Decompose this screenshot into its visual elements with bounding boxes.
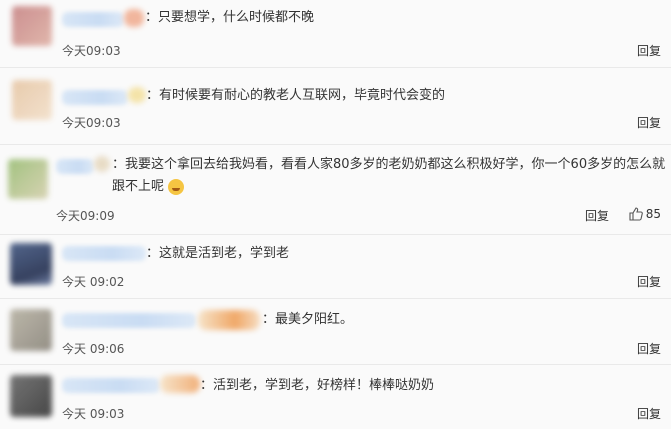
thumbs-up-icon [629, 207, 643, 221]
badge-blurred [160, 375, 200, 393]
reply-button[interactable]: 回复 [637, 114, 661, 131]
avatar[interactable] [10, 243, 52, 285]
username-blurred[interactable] [62, 378, 160, 393]
like-count: 85 [645, 207, 661, 221]
timestamp: 今天09:03 [62, 44, 121, 58]
badge-blurred [128, 87, 146, 103]
badge-blurred [124, 9, 144, 27]
username-blurred[interactable] [62, 313, 196, 328]
laughing-emoji-icon [168, 178, 185, 195]
username-blurred[interactable] [62, 246, 146, 261]
timestamp: 今天09:09 [56, 209, 115, 223]
comment-item: ：我要这个拿回去给我妈看，看看人家80多岁的老奶奶都这么积极好学，你一个60多岁… [0, 145, 671, 235]
like-button[interactable]: 85 [629, 207, 661, 221]
comment-text-content: ：我要这个拿回去给我妈看，看看人家80多岁的老奶奶都这么积极好学，你一个60多岁… [112, 157, 666, 194]
reply-button[interactable]: 回复 [637, 340, 661, 357]
comment-text: ：有时候要有耐心的教老人互联网，毕竟时代会变的 [146, 88, 446, 103]
comment-item: ：最美夕阳红。 今天 09:06 回复 [0, 299, 671, 365]
avatar[interactable] [8, 159, 48, 199]
comment-item: ：有时候要有耐心的教老人互联网，毕竟时代会变的 今天09:03 回复 [0, 68, 671, 145]
timestamp: 今天 09:03 [62, 407, 125, 421]
comment-text: ：我要这个拿回去给我妈看，看看人家80多岁的老奶奶都这么积极好学，你一个60多岁… [112, 154, 671, 198]
comment-text: ：只要想学，什么时候都不晚 [145, 10, 315, 25]
reply-button[interactable]: 回复 [637, 42, 661, 59]
timestamp: 今天 09:06 [62, 342, 125, 356]
username-blurred[interactable] [62, 90, 128, 105]
reply-button[interactable]: 回复 [637, 405, 661, 422]
avatar[interactable] [10, 309, 52, 351]
comment-item: ：这就是活到老，学到老 今天 09:02 回复 [0, 235, 671, 299]
reply-button[interactable]: 回复 [637, 273, 661, 290]
username-blurred[interactable] [56, 159, 94, 174]
timestamp: 今天09:03 [62, 116, 121, 130]
avatar[interactable] [12, 6, 52, 46]
username-blurred[interactable] [62, 12, 124, 27]
avatar[interactable] [12, 80, 52, 120]
avatar[interactable] [10, 375, 52, 417]
comment-text: ：最美夕阳红。 [262, 312, 354, 327]
reply-button[interactable]: 回复 [585, 207, 609, 224]
comment-item: ：只要想学，什么时候都不晚 今天09:03 回复 [0, 0, 671, 68]
comment-text: ：这就是活到老，学到老 [146, 246, 290, 261]
comment-item: ：活到老，学到老，好榜样！棒棒哒奶奶 今天 09:03 回复 [0, 365, 671, 429]
timestamp: 今天 09:02 [62, 275, 125, 289]
badge-blurred [94, 156, 110, 172]
comment-text: ：活到老，学到老，好榜样！棒棒哒奶奶 [200, 378, 435, 393]
badge-blurred [198, 310, 260, 330]
